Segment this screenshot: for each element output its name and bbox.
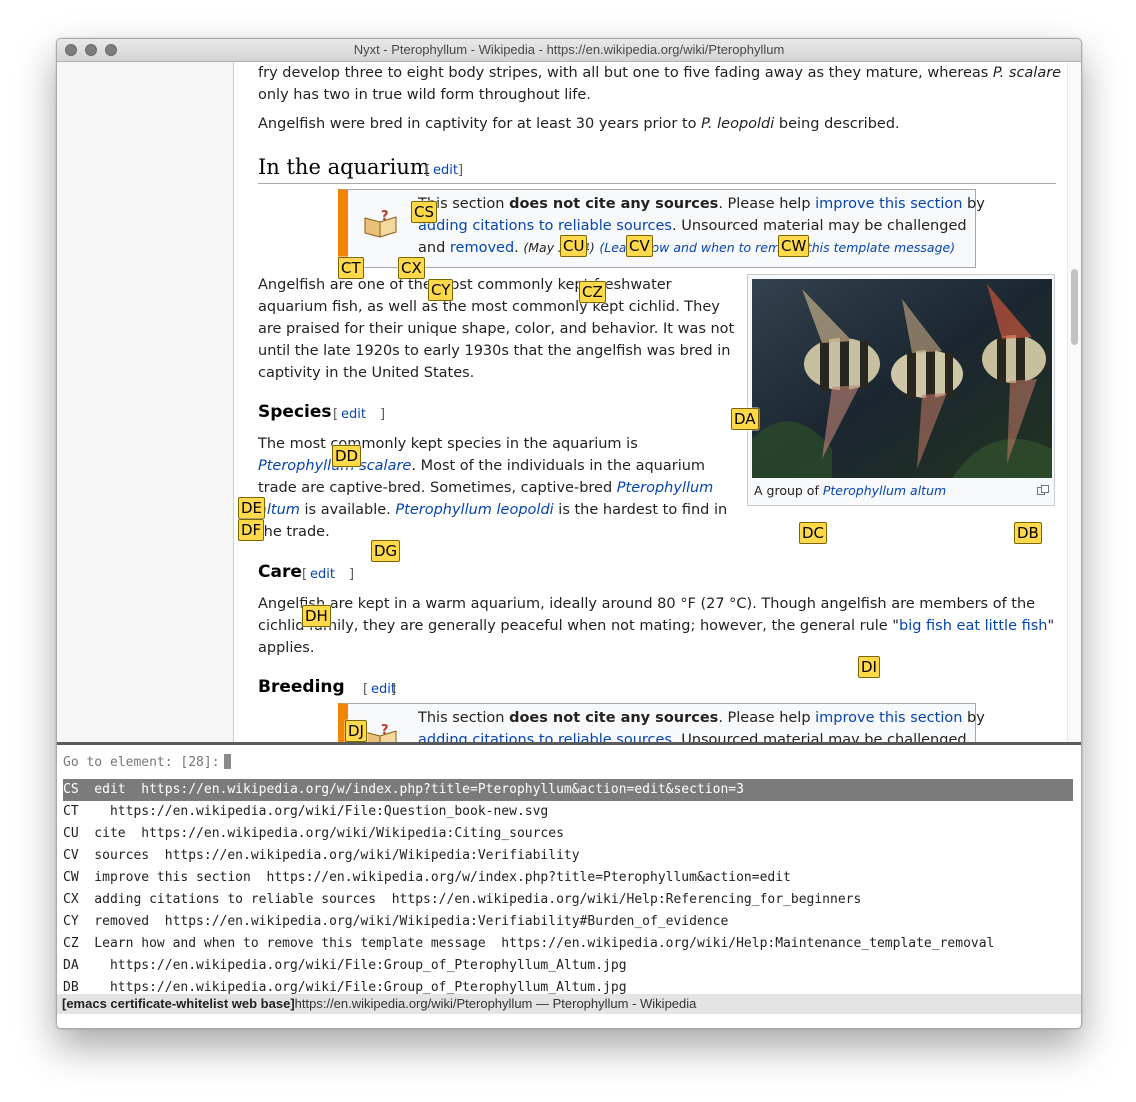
status-modes: [emacs certificate-whitelist web base] [62, 996, 295, 1011]
web-content: fry develop three to eight body stripes,… [57, 62, 1081, 742]
notice-line-2: adding citations to reliable sources. Un… [418, 729, 967, 742]
removed-link[interactable]: removed [450, 240, 514, 256]
hint-label[interactable]: DA [731, 408, 759, 430]
hint-label[interactable]: DJ [345, 720, 367, 742]
minibuffer-prompt[interactable]: Go to element: [28]: [63, 754, 231, 770]
angelfish-photo[interactable] [752, 279, 1052, 478]
hint-label[interactable]: DB [1014, 522, 1042, 544]
pterophyllum-leopoldi-link[interactable]: Pterophyllum leopoldi [395, 502, 553, 518]
heading-rule [258, 183, 1056, 184]
intro-line-1: fry develop three to eight body stripes,… [258, 65, 1062, 81]
hint-label[interactable]: CU [560, 235, 588, 257]
suggestion-row[interactable]: CW improve this section https://en.wikip… [63, 867, 1073, 889]
hint-label[interactable]: CS [411, 201, 437, 223]
edit-bracket-open: [ [363, 682, 369, 697]
wiki-sidebar [57, 62, 234, 742]
section-heading-aquarium: In the aquarium [258, 155, 430, 179]
window-title: Nyxt - Pterophyllum - Wikipedia - https:… [353, 42, 785, 57]
care-line-3: applies. [258, 640, 315, 656]
hint-label[interactable]: CX [398, 257, 425, 279]
big-fish-link[interactable]: big fish eat little fish [899, 618, 1048, 634]
hint-label[interactable]: DD [332, 445, 362, 467]
edit-bracket-close: ] [458, 163, 464, 178]
suggestion-row[interactable]: CU cite https://en.wikipedia.org/wiki/Wi… [63, 823, 1073, 845]
enlarge-icon[interactable] [1037, 485, 1049, 495]
notice-line-1: This section does not cite any sources. … [418, 196, 985, 212]
angelfish-figure: A group of Pterophyllum altum [747, 274, 1055, 506]
species-line-5: the trade. [258, 524, 330, 540]
species-line-2: Pterophyllum scalare. Most of the indivi… [258, 458, 706, 474]
care-line-1: Angelfish are kept in a warm aquarium, i… [258, 596, 1036, 612]
title-bar: Nyxt - Pterophyllum - Wikipedia - https:… [57, 39, 1081, 62]
suggestion-row[interactable]: CZ Learn how and when to remove this tem… [63, 933, 1073, 955]
adding-citations-link[interactable]: adding citations to reliable sources [418, 218, 672, 234]
caption-link-altum[interactable]: Pterophyllum altum [823, 483, 946, 498]
suggestion-row[interactable]: CX adding citations to reliable sources … [63, 889, 1073, 911]
edit-bracket-open: [ [425, 163, 431, 178]
hint-label[interactable]: CV [626, 235, 653, 257]
notice-line-1: This section does not cite any sources. … [418, 710, 985, 726]
edit-bracket-close: ] [349, 567, 355, 582]
care-line-2: cichlid family, they are generally peace… [258, 618, 1055, 634]
improve-section-link[interactable]: improve this section [815, 196, 962, 212]
scrollbar-thumb[interactable] [1071, 269, 1078, 345]
scrollbar-track[interactable] [1067, 62, 1081, 742]
hint-label[interactable]: CZ [579, 281, 606, 303]
improve-section-link[interactable]: improve this section [815, 710, 962, 726]
status-bar: [emacs certificate-whitelist web base]ht… [57, 994, 1081, 1014]
suggestion-row[interactable]: CS edit https://en.wikipedia.org/w/index… [63, 779, 1073, 801]
unsourced-notice-box-2: ? This section does not cite any sources… [338, 703, 985, 742]
hint-label[interactable]: CT [338, 257, 364, 279]
species-line-1: The most commonly kept species in the aq… [258, 436, 638, 452]
edit-link-aquarium[interactable]: edit [433, 163, 458, 178]
intro-line-2: only has two in true wild form throughou… [258, 87, 591, 103]
hint-label[interactable]: CW [778, 235, 810, 257]
edit-link-species[interactable]: edit [341, 407, 366, 422]
adding-citations-link[interactable]: adding citations to reliable sources [418, 732, 672, 742]
hint-label[interactable]: DF [238, 519, 265, 541]
aquarium-para-line: are praised for their unique shape, colo… [258, 321, 735, 337]
edit-bracket-close: ] [391, 682, 397, 697]
question-book-icon[interactable]: ? [363, 722, 399, 742]
hint-label[interactable]: DI [858, 656, 880, 678]
hint-label[interactable]: DE [238, 497, 266, 519]
species-line-3: trade are captive-bred. Sometimes, capti… [258, 480, 714, 496]
edit-bracket-close: ] [380, 407, 386, 422]
hint-label[interactable]: CY [428, 279, 454, 301]
aquarium-para-line: Angelfish are one of the most commonly k… [258, 277, 672, 293]
section-heading-care: Care [258, 562, 302, 582]
status-url-title: https://en.wikipedia.org/wiki/Pterophyll… [294, 996, 697, 1011]
suggestion-row[interactable]: CT https://en.wikipedia.org/wiki/File:Qu… [63, 801, 1073, 823]
notice-line-2: adding citations to reliable sources. Un… [418, 218, 967, 234]
edit-bracket-open: [ [302, 567, 308, 582]
suggestion-row[interactable]: DA https://en.wikipedia.org/wiki/File:Gr… [63, 955, 1073, 977]
section-heading-breeding: Breeding [258, 677, 345, 697]
suggestion-row[interactable]: CV sources https://en.wikipedia.org/wiki… [63, 845, 1073, 867]
hint-label[interactable]: DH [302, 605, 331, 627]
aquarium-para-line: aquarium fish, as well as the most commo… [258, 299, 720, 315]
aquarium-para-line: captivity in the United States. [258, 365, 475, 381]
hint-label[interactable]: DC [799, 522, 828, 544]
svg-text:?: ? [381, 723, 389, 738]
edit-bracket-open: [ [333, 407, 339, 422]
text-cursor [223, 754, 231, 769]
browser-window: Nyxt - Pterophyllum - Wikipedia - https:… [56, 38, 1082, 1029]
suggestion-row[interactable]: CY removed https://en.wikipedia.org/wiki… [63, 911, 1073, 933]
edit-link-care[interactable]: edit [310, 567, 335, 582]
minibuffer: Go to element: [28]: CS edit https://en.… [57, 742, 1081, 1028]
aquarium-para-line: until the late 1920s to early 1930s that… [258, 343, 731, 359]
intro-paragraph-2: Angelfish were bred in captivity for at … [258, 116, 900, 132]
pterophyllum-altum-link[interactable]: Pterophyllum [617, 480, 714, 496]
svg-text:?: ? [381, 209, 389, 224]
question-book-icon[interactable]: ? [363, 208, 399, 238]
figure-caption: A group of Pterophyllum altum [754, 483, 947, 498]
hint-label[interactable]: DG [371, 540, 401, 562]
notice-line-3: and removed. (May 2014) (Learn how and w… [418, 240, 956, 256]
species-line-4: altum is available. Pterophyllum leopold… [258, 502, 728, 518]
section-heading-species: Species [258, 402, 332, 422]
